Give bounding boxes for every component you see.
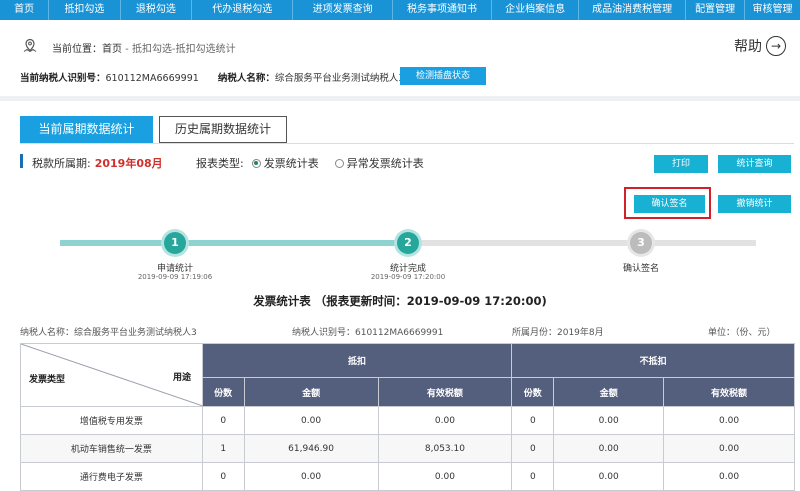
col-header: 金额 <box>553 377 665 407</box>
help-button[interactable]: 帮助 → <box>734 36 786 56</box>
step-2-badge: 2 <box>397 232 419 254</box>
taxpayer-name-value: 综合服务平台业务测试纳税人3 <box>274 73 405 84</box>
taxpayer-info: 当前纳税人识别号：610112MA6669991 纳税人名称：综合服务平台业务测… <box>20 70 416 84</box>
breadcrumb-path: - 抵扣勾选-抵扣勾选统计 <box>122 44 236 55</box>
help-label: 帮助 <box>734 39 762 55</box>
table-cell: 0.00 <box>553 406 665 435</box>
tab-current-period[interactable]: 当前属期数据统计 <box>20 116 153 143</box>
report-title: 发票统计表 （报表更新时间：2019-09-09 17:20:00) <box>253 294 547 308</box>
col-header: 份数 <box>511 377 555 407</box>
step-2-time: 2019-09-09 17:20:00 <box>370 273 446 281</box>
arrow-right-icon: → <box>766 36 786 56</box>
confirm-sign-button[interactable]: 确认签名 <box>634 195 705 213</box>
progress-todo <box>410 240 756 246</box>
breadcrumb-home-link[interactable]: 首页 <box>102 44 122 55</box>
location-pin-icon <box>22 38 38 54</box>
table-cell: 61,946.90 <box>243 434 379 463</box>
radio-invoice-stat[interactable]: 发票统计表 <box>251 155 319 171</box>
table-cell: 0 <box>201 462 245 491</box>
nav-item-deduct-check[interactable]: 抵扣勾选 <box>49 0 121 20</box>
step-3-badge: 3 <box>630 232 652 254</box>
radio-abnormal-invoice-stat-label: 异常发票统计表 <box>346 157 424 170</box>
row-invoice-type: 通行费电子发票 <box>20 462 203 491</box>
meta-taxpayer-id: 纳税人识别号：610112MA6669991 <box>292 328 444 338</box>
breadcrumb-label: 当前位置： <box>52 44 102 55</box>
tab-underline <box>20 143 794 144</box>
group-nondeduct-header: 不抵扣 <box>511 343 795 378</box>
report-type-label: 报表类型: <box>196 157 244 170</box>
radio-unchecked-icon <box>334 158 344 168</box>
step-1-time: 2019-09-09 17:19:06 <box>137 273 213 281</box>
period-marker <box>20 154 23 168</box>
row-invoice-type: 机动车销售统一发票 <box>20 434 203 463</box>
step-1-badge: 1 <box>164 232 186 254</box>
taxpayer-id-label: 当前纳税人识别号： <box>20 73 106 84</box>
col-header: 金额 <box>243 377 379 407</box>
group-deduct-header: 抵扣 <box>201 343 513 378</box>
nav-item-audit[interactable]: 审核管理 <box>745 0 800 20</box>
table-row: 通行费电子发票 0 0.00 0.00 0 0.00 0.00 <box>20 462 795 491</box>
radio-checked-icon <box>251 158 261 168</box>
corner-usage: 用途 <box>173 373 192 383</box>
table-row: 机动车销售统一发票 1 61,946.90 8,053.10 0 0.00 0.… <box>20 434 795 463</box>
detect-disk-button[interactable]: 检测插盘状态 <box>400 67 486 85</box>
table-cell: 8,053.10 <box>377 434 513 463</box>
step-3-label: 确认签名 <box>622 264 659 274</box>
table-cell: 0.00 <box>553 462 665 491</box>
table-cell: 0.00 <box>377 406 513 435</box>
col-header: 份数 <box>201 377 245 407</box>
nav-item-config[interactable]: 配置管理 <box>686 0 746 20</box>
nav-item-refund-check[interactable]: 退税勾选 <box>121 0 193 20</box>
meta-month: 所属月份：2019年8月 <box>512 328 604 338</box>
section-divider <box>0 96 800 101</box>
col-header: 有效税额 <box>377 377 513 407</box>
tax-period: 税款所属期: 2019年08月 <box>32 155 163 171</box>
revoke-stat-button[interactable]: 撤销统计 <box>718 195 791 213</box>
table-cell: 0 <box>201 406 245 435</box>
table-cell: 0.00 <box>377 462 513 491</box>
table-cell: 0.00 <box>663 434 795 463</box>
stat-query-button[interactable]: 统计查询 <box>718 155 791 173</box>
table-cell: 0 <box>511 406 555 435</box>
nav-item-invoice-query[interactable]: 进项发票查询 <box>293 0 393 20</box>
nav-item-enterprise-files[interactable]: 企业档案信息 <box>492 0 580 20</box>
table-cell: 0.00 <box>663 462 795 491</box>
table-corner-header: 发票类型 用途 <box>20 343 203 407</box>
table-row: 增值税专用发票 0 0.00 0.00 0 0.00 0.00 <box>20 406 795 435</box>
taxpayer-name-label: 纳税人名称： <box>217 73 275 84</box>
nav-item-tax-notice[interactable]: 税务事项通知书 <box>393 0 493 20</box>
corner-invoice-type: 发票类型 <box>29 375 66 385</box>
invoice-stat-table: 发票类型 用途 抵扣 不抵扣 份数 金额 有效税额 份数 金额 有效税额 增值税… <box>20 343 795 491</box>
nav-item-fuel-tax[interactable]: 成品油消费税管理 <box>579 0 687 20</box>
top-navigation: 首页 抵扣勾选 退税勾选 代办退税勾选 进项发票查询 税务事项通知书 企业档案信… <box>0 0 800 20</box>
table-cell: 0.00 <box>243 462 379 491</box>
table-cell: 0.00 <box>243 406 379 435</box>
period-label: 税款所属期: <box>32 157 91 170</box>
radio-abnormal-invoice-stat[interactable]: 异常发票统计表 <box>334 155 424 171</box>
row-invoice-type: 增值税专用发票 <box>20 406 203 435</box>
taxpayer-id-value: 610112MA6669991 <box>105 73 199 84</box>
tab-history-period[interactable]: 历史属期数据统计 <box>159 116 287 143</box>
table-cell: 0.00 <box>663 406 795 435</box>
table-cell: 0.00 <box>553 434 665 463</box>
breadcrumb: 当前位置：首页 - 抵扣勾选-抵扣勾选统计 <box>52 40 236 55</box>
report-type-selector: 报表类型: 发票统计表 异常发票统计表 <box>196 155 424 171</box>
progress-done <box>60 240 410 246</box>
period-value: 2019年08月 <box>94 157 163 170</box>
nav-item-home[interactable]: 首页 <box>0 0 50 20</box>
col-header: 有效税额 <box>663 377 795 407</box>
meta-unit: 单位：（份、元） <box>708 328 776 338</box>
table-cell: 0 <box>511 462 555 491</box>
nav-item-agent-refund[interactable]: 代办退税勾选 <box>192 0 294 20</box>
table-cell: 1 <box>201 434 245 463</box>
meta-taxpayer-name: 纳税人名称：综合服务平台业务测试纳税人3 <box>20 328 197 338</box>
table-cell: 0 <box>511 434 555 463</box>
print-button[interactable]: 打印 <box>654 155 708 173</box>
radio-invoice-stat-label: 发票统计表 <box>263 157 319 170</box>
